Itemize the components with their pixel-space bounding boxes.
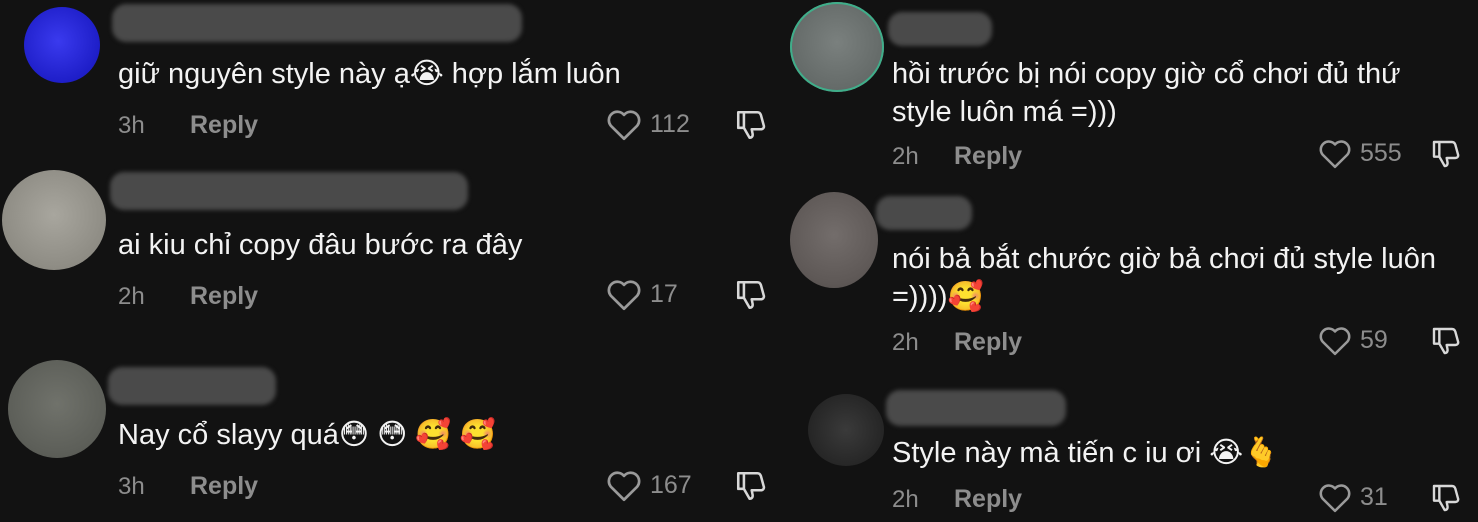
username-blurred[interactable] [112, 4, 522, 42]
reply-button[interactable]: Reply [190, 282, 258, 311]
username-blurred[interactable] [108, 367, 276, 405]
reply-button[interactable]: Reply [954, 328, 1022, 357]
thumbs-down-icon [736, 280, 766, 310]
dislike-button[interactable] [734, 108, 768, 142]
like-count: 555 [1360, 139, 1402, 167]
like-button[interactable]: 59 [1318, 325, 1388, 356]
like-count: 31 [1360, 483, 1388, 511]
heart-icon [1319, 327, 1351, 356]
comment-time: 2h [892, 486, 919, 513]
like-button[interactable]: 112 [606, 108, 690, 141]
avatar[interactable] [808, 394, 884, 466]
username-blurred[interactable] [110, 172, 468, 210]
comment-time: 3h [118, 473, 145, 500]
username-blurred[interactable] [876, 196, 972, 230]
dislike-button[interactable] [1430, 325, 1462, 357]
heart-icon [607, 471, 641, 502]
heart-icon [1319, 484, 1351, 513]
dislike-button[interactable] [734, 469, 768, 503]
avatar[interactable] [8, 360, 106, 458]
reply-button[interactable]: Reply [190, 472, 258, 501]
username-blurred[interactable] [888, 12, 992, 46]
like-count: 167 [650, 471, 692, 499]
dislike-button[interactable] [1430, 138, 1462, 170]
comment-time: 3h [118, 112, 145, 139]
reply-button[interactable]: Reply [954, 485, 1022, 514]
comments-screen: giữ nguyên style này ạ😭 hợp lắm luôn 3h … [0, 0, 1478, 522]
thumbs-down-icon [1432, 484, 1460, 512]
comment-text: Nay cổ slayy quá😳 😳 🥰 🥰 [118, 419, 496, 451]
like-button[interactable]: 17 [606, 278, 678, 311]
like-count: 112 [650, 110, 690, 138]
dislike-button[interactable] [734, 278, 768, 312]
avatar[interactable] [24, 7, 100, 83]
username-blurred[interactable] [886, 390, 1066, 426]
comment-time: 2h [892, 329, 919, 356]
like-button[interactable]: 31 [1318, 482, 1388, 513]
avatar[interactable] [2, 170, 106, 270]
heart-icon [607, 280, 641, 311]
thumbs-down-icon [1432, 140, 1460, 168]
heart-icon [607, 110, 641, 141]
heart-icon [1319, 140, 1351, 169]
comment-text: nói bả bắt chước giờ bả chơi đủ style lu… [892, 243, 1436, 313]
like-button[interactable]: 167 [606, 469, 692, 502]
thumbs-down-icon [736, 471, 766, 501]
comment-text: hồi trước bị nói copy giờ cổ chơi đủ thứ… [892, 58, 1401, 128]
comment-text: Style này mà tiến c iu ơi 😭🫰 [892, 437, 1280, 469]
thumbs-down-icon [736, 110, 766, 140]
reply-button[interactable]: Reply [954, 142, 1022, 171]
avatar[interactable] [790, 2, 884, 92]
comment-time: 2h [892, 143, 919, 170]
comment-text: ai kiu chỉ copy đâu bước ra đây [118, 229, 523, 261]
like-count: 59 [1360, 326, 1388, 354]
like-button[interactable]: 555 [1318, 138, 1402, 169]
comment-text: giữ nguyên style này ạ😭 hợp lắm luôn [118, 58, 621, 90]
avatar[interactable] [790, 192, 878, 288]
dislike-button[interactable] [1430, 482, 1462, 514]
reply-button[interactable]: Reply [190, 111, 258, 140]
thumbs-down-icon [1432, 327, 1460, 355]
like-count: 17 [650, 280, 678, 308]
comment-time: 2h [118, 283, 145, 310]
